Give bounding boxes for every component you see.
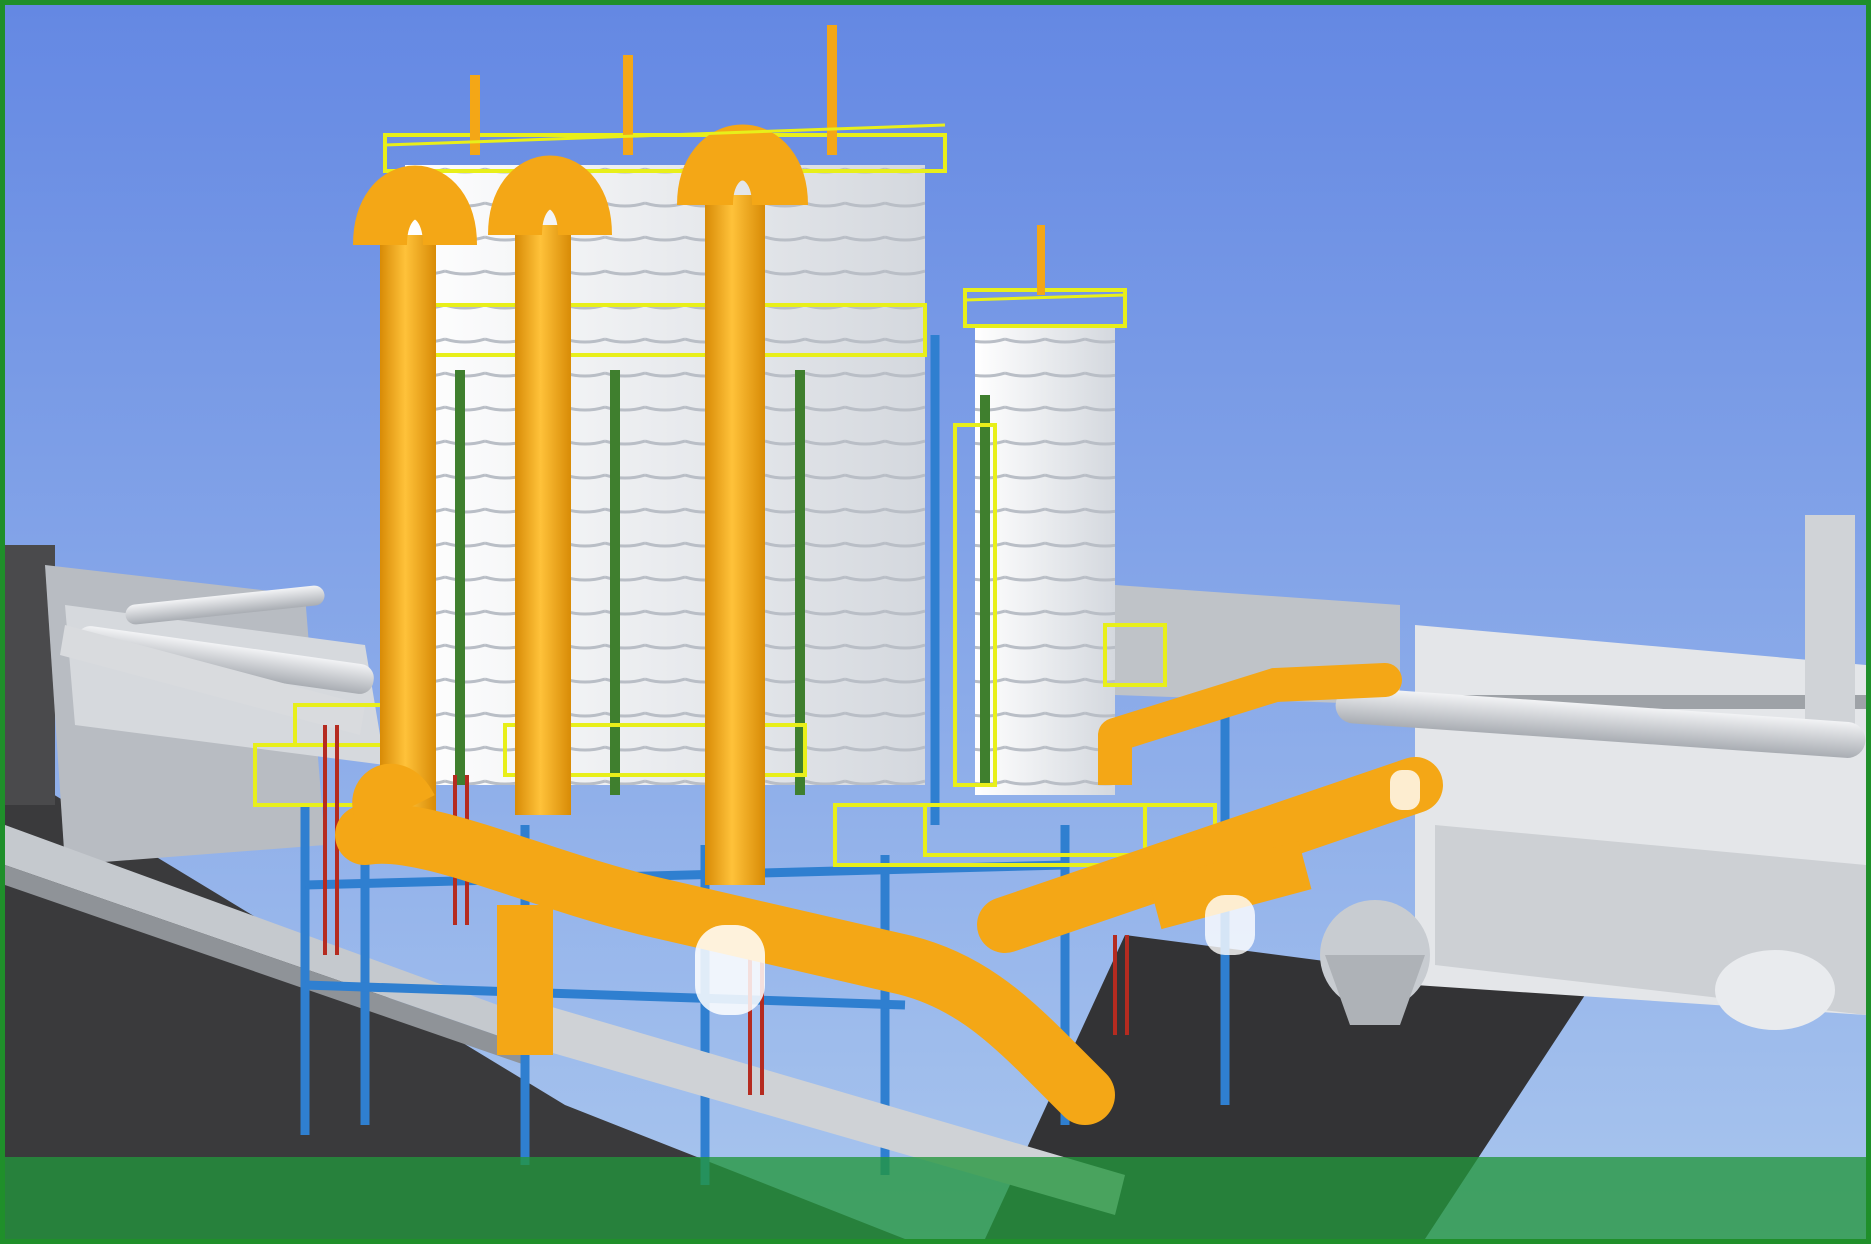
plant-render bbox=[5, 5, 1866, 1239]
bottom-band bbox=[5, 1157, 1866, 1239]
image-frame bbox=[0, 0, 1871, 1244]
